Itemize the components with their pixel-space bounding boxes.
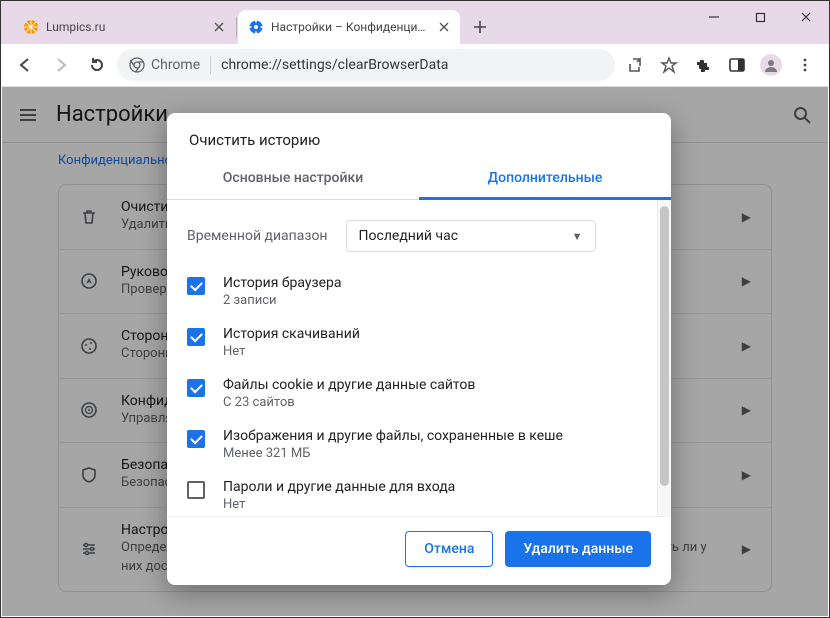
tab-title: Lumpics.ru xyxy=(46,20,204,34)
chrome-chip-label: Chrome xyxy=(151,57,200,73)
dialog-scrollbar[interactable] xyxy=(657,200,671,516)
toolbar-actions xyxy=(619,49,821,81)
orange-slice-icon xyxy=(23,19,39,35)
window-controls xyxy=(691,1,829,33)
address-bar[interactable]: Chrome chrome://settings/clearBrowserDat… xyxy=(117,49,615,81)
check-row-download-history[interactable]: История скачиваний Нет xyxy=(187,317,637,368)
check-row-cache[interactable]: Изображения и другие файлы, сохраненные … xyxy=(187,419,637,470)
forward-button[interactable] xyxy=(45,49,77,81)
browser-tabstrip: Lumpics.ru Настройки – Конфиденциально xyxy=(13,10,494,44)
chrome-icon xyxy=(129,57,145,73)
menu-button[interactable] xyxy=(789,49,821,81)
row-sub: 2 записи xyxy=(223,293,637,308)
close-icon[interactable] xyxy=(436,19,452,35)
profile-button[interactable] xyxy=(755,49,787,81)
check-row-cookies[interactable]: Файлы cookie и другие данные сайтов С 23 … xyxy=(187,368,637,419)
extensions-button[interactable] xyxy=(687,49,719,81)
cancel-button[interactable]: Отмена xyxy=(405,531,493,567)
tab-basic[interactable]: Основные настройки xyxy=(167,157,419,199)
check-row-browsing-history[interactable]: История браузера 2 записи xyxy=(187,266,637,317)
share-button[interactable] xyxy=(619,49,651,81)
checkbox[interactable] xyxy=(187,481,205,499)
caret-down-icon: ▼ xyxy=(572,230,583,243)
chip-divider xyxy=(210,56,211,74)
sidepanel-button[interactable] xyxy=(721,49,753,81)
confirm-button[interactable]: Удалить данные xyxy=(505,531,651,567)
checkbox[interactable] xyxy=(187,430,205,448)
new-tab-button[interactable] xyxy=(466,13,494,41)
chrome-chip: Chrome xyxy=(129,57,200,73)
bookmark-button[interactable] xyxy=(653,49,685,81)
row-sub: Менее 321 МБ xyxy=(223,446,637,461)
time-range-select[interactable]: Последний час ▼ xyxy=(346,220,596,252)
back-button[interactable] xyxy=(9,49,41,81)
checkbox[interactable] xyxy=(187,379,205,397)
check-row-passwords[interactable]: Пароли и другие данные для входа Нет xyxy=(187,470,637,516)
window-maximize-button[interactable] xyxy=(737,1,783,33)
close-icon[interactable] xyxy=(211,19,227,35)
avatar xyxy=(760,54,782,76)
browser-toolbar: Chrome chrome://settings/clearBrowserDat… xyxy=(1,44,829,87)
tab-divider xyxy=(236,17,237,37)
checkbox[interactable] xyxy=(187,277,205,295)
window-titlebar: Lumpics.ru Настройки – Конфиденциально xyxy=(1,1,829,44)
dialog-body-wrap: Временной диапазон Последний час ▼ Истор… xyxy=(167,200,671,516)
reload-button[interactable] xyxy=(81,49,113,81)
row-sub: Нет xyxy=(223,344,637,359)
time-range-row: Временной диапазон Последний час ▼ xyxy=(187,208,637,266)
row-title: История браузера xyxy=(223,275,637,291)
row-title: История скачиваний xyxy=(223,326,637,342)
tab-advanced[interactable]: Дополнительные xyxy=(419,157,671,199)
window-close-button[interactable] xyxy=(783,1,829,33)
clear-history-dialog: Очистить историю Основные настройки Допо… xyxy=(167,113,671,585)
row-title: Пароли и другие данные для входа xyxy=(223,479,637,495)
row-sub: Нет xyxy=(223,497,637,512)
browser-tab-settings[interactable]: Настройки – Конфиденциально xyxy=(238,10,460,44)
dialog-body: Временной диапазон Последний час ▼ Истор… xyxy=(167,200,657,516)
dialog-title: Очистить историю xyxy=(167,113,671,157)
gear-icon xyxy=(248,19,264,35)
dialog-footer: Отмена Удалить данные xyxy=(167,516,671,585)
url-text: chrome://settings/clearBrowserData xyxy=(221,57,448,73)
settings-page: Настройки Конфиденциальность и безопасно… xyxy=(2,87,828,616)
checkbox[interactable] xyxy=(187,328,205,346)
row-sub: С 23 сайтов xyxy=(223,395,637,410)
dialog-tabs: Основные настройки Дополнительные xyxy=(167,157,671,200)
time-range-label: Временной диапазон xyxy=(187,228,328,244)
row-title: Изображения и другие файлы, сохраненные … xyxy=(223,428,637,444)
browser-tab-lumpics[interactable]: Lumpics.ru xyxy=(13,10,235,44)
time-range-value: Последний час xyxy=(359,228,459,244)
window-minimize-button[interactable] xyxy=(691,1,737,33)
scrollbar-thumb[interactable] xyxy=(660,206,669,486)
tab-title: Настройки – Конфиденциально xyxy=(271,20,429,34)
row-title: Файлы cookie и другие данные сайтов xyxy=(223,377,637,393)
